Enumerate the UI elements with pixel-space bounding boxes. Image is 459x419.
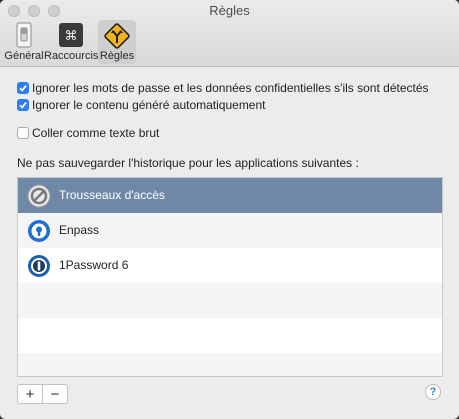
command-key-icon: ⌘ — [58, 22, 84, 51]
add-remove-control: + − — [17, 384, 68, 404]
add-app-button[interactable]: + — [18, 385, 42, 403]
checkbox-checked[interactable] — [17, 82, 29, 94]
switch-icon — [13, 22, 35, 51]
tab-regles[interactable]: Règles — [98, 20, 136, 64]
tab-general[interactable]: Général — [4, 20, 44, 64]
list-row-empty — [18, 283, 442, 318]
checkbox-checked[interactable] — [17, 99, 29, 111]
remove-app-button[interactable]: − — [42, 385, 67, 403]
option-label: Ignorer le contenu généré automatiquemen… — [32, 98, 266, 112]
svg-text:⌘: ⌘ — [65, 29, 78, 44]
excluded-apps-label: Ne pas sauvegarder l'historique pour les… — [17, 156, 359, 170]
1password-icon — [27, 254, 51, 278]
app-name: Trousseaux d'accès — [59, 188, 165, 202]
window-title: Règles — [209, 3, 250, 18]
app-name: 1Password 6 — [59, 258, 129, 272]
preferences-window: Règles Général ⌘ Raccourcis Règles Ignor… — [0, 0, 459, 419]
list-item-keychain[interactable]: Trousseaux d'accès — [18, 178, 442, 213]
enpass-icon — [27, 219, 51, 243]
option-ignore-passwords[interactable]: Ignorer les mots de passe et les données… — [17, 80, 429, 96]
option-ignore-auto-generated[interactable]: Ignorer le contenu généré automatiquemen… — [17, 97, 266, 113]
tab-raccourcis[interactable]: ⌘ Raccourcis — [44, 20, 98, 64]
tab-general-label: Général — [4, 50, 44, 62]
checkbox-unchecked[interactable] — [17, 127, 29, 139]
list-row-empty — [18, 318, 442, 353]
app-name: Enpass — [59, 223, 100, 237]
list-item-1password[interactable]: 1Password 6 — [18, 248, 442, 283]
option-label: Coller comme texte brut — [32, 126, 160, 140]
keychain-icon — [27, 184, 51, 208]
checkmark-icon — [19, 84, 27, 92]
excluded-apps-list[interactable]: Trousseaux d'accès Enpass 1Password 6 — [17, 177, 443, 377]
tab-raccourcis-label: Raccourcis — [44, 50, 99, 62]
toolbar: Règles Général ⌘ Raccourcis Règles — [0, 0, 459, 67]
checkmark-icon — [19, 101, 27, 109]
tab-regles-label: Règles — [99, 50, 135, 62]
road-sign-icon — [103, 22, 131, 53]
help-button[interactable]: ? — [425, 384, 441, 400]
list-row-empty — [18, 353, 442, 376]
option-paste-plain-text[interactable]: Coller comme texte brut — [17, 125, 159, 141]
option-label: Ignorer les mots de passe et les données… — [32, 81, 429, 95]
list-item-enpass[interactable]: Enpass — [18, 213, 442, 248]
